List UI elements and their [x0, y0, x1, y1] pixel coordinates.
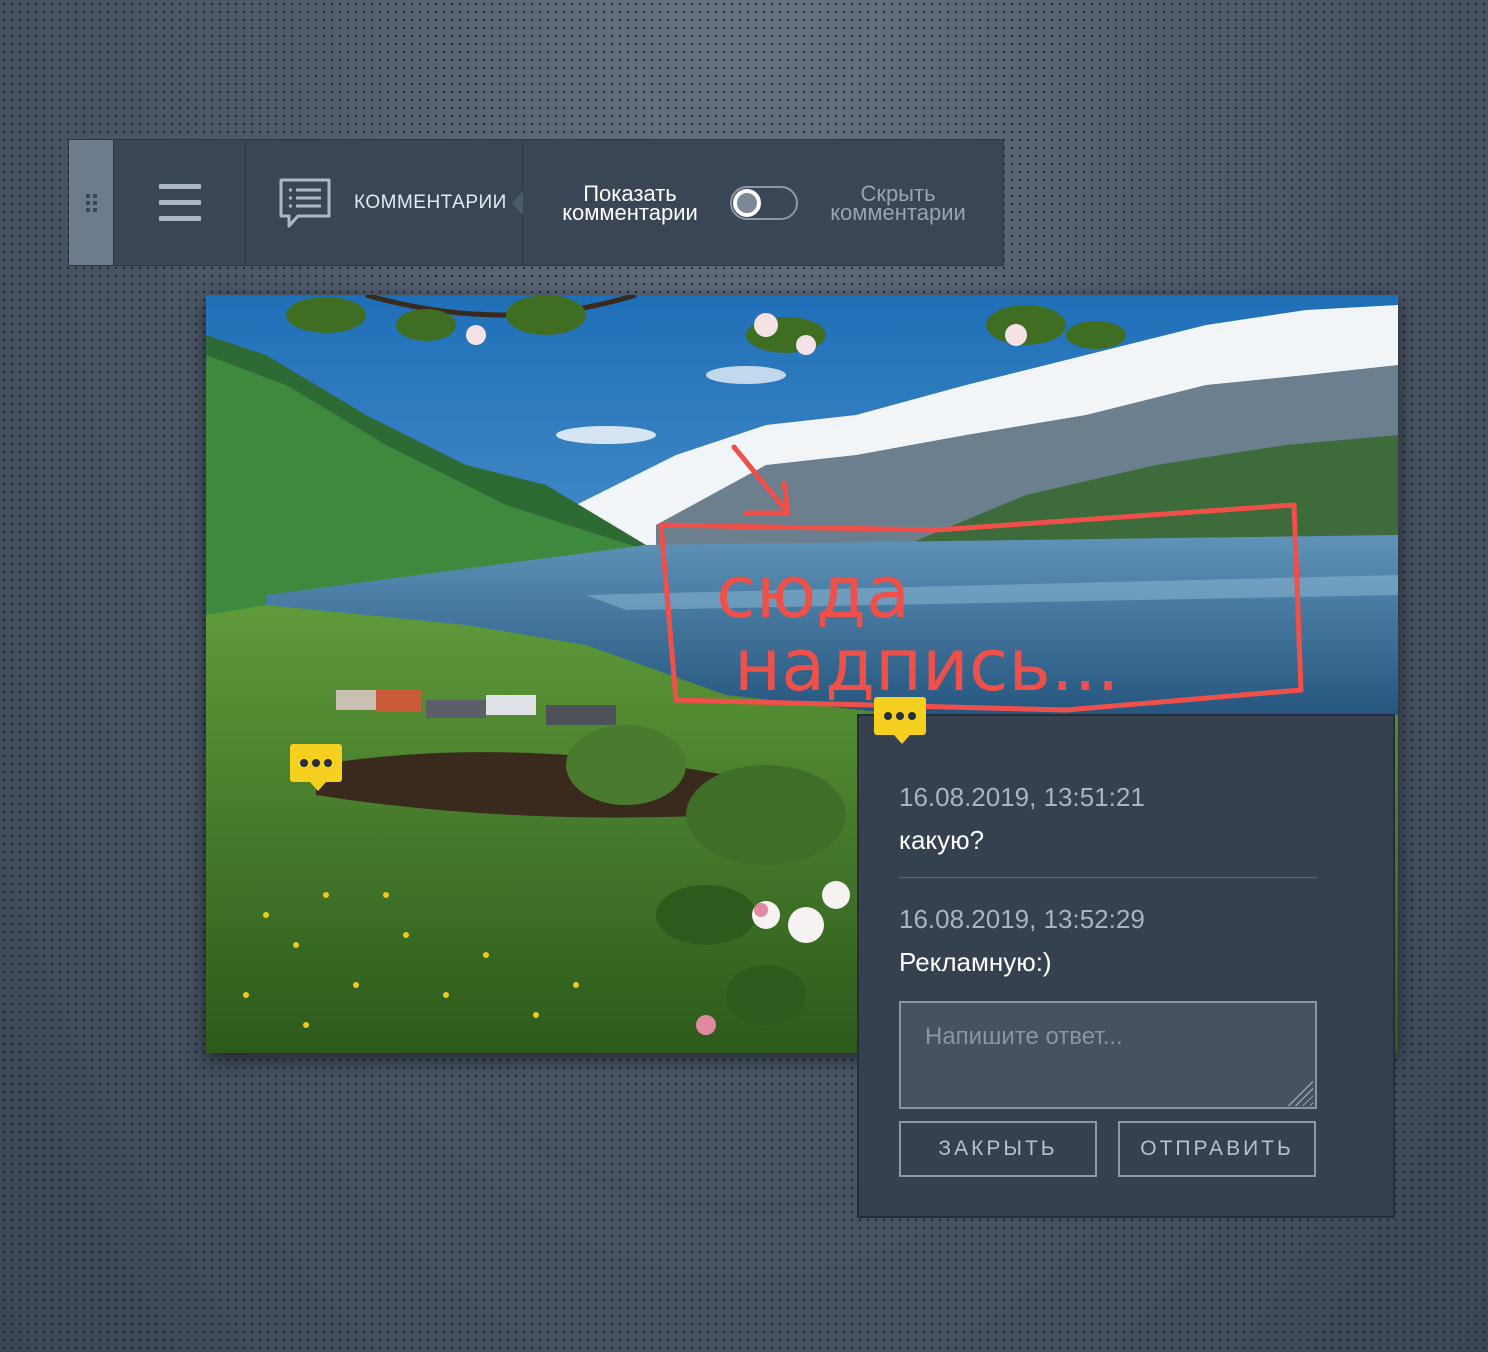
comment-item: 16.08.2019, 13:52:29 Рекламную:) — [899, 904, 1317, 978]
comment-thread-popup: 16.08.2019, 13:51:21 какую? 16.08.2019, … — [857, 714, 1395, 1218]
active-indicator — [512, 190, 523, 215]
hide-comments-label[interactable]: Скрыть комментарии — [823, 182, 973, 225]
reply-input[interactable] — [899, 1001, 1317, 1109]
comment-date: 16.08.2019, 13:51:21 — [899, 782, 1145, 812]
annotation-text-line2: надпись... — [734, 623, 1120, 707]
comments-visibility-control: Показать комментарии Скрыть комментарии — [523, 140, 1003, 265]
comments-visibility-toggle[interactable] — [730, 185, 798, 220]
comments-toolbar: КОММЕНТАРИИ Показать комментарии Скрыть … — [68, 139, 1004, 266]
comment-item: 16.08.2019, 13:51:21 какую? — [899, 782, 1317, 856]
menu-button[interactable] — [114, 140, 246, 265]
close-button[interactable]: ЗАКРЫТЬ — [899, 1121, 1097, 1177]
comments-label: КОММЕНТАРИИ — [354, 191, 507, 213]
send-button[interactable]: ОТПРАВИТЬ — [1118, 1121, 1316, 1177]
comments-menu-item[interactable]: КОММЕНТАРИИ — [246, 140, 523, 265]
comment-date: 16.08.2019, 13:52:29 — [899, 904, 1145, 934]
comment-text: какую? — [899, 825, 985, 855]
toggle-knob — [733, 188, 761, 217]
drag-handle-icon — [85, 193, 97, 212]
show-comments-line2: комментарии — [562, 199, 698, 225]
drag-handle[interactable] — [69, 140, 114, 265]
comment-marker-icon[interactable] — [290, 744, 342, 791]
comment-text: Рекламную:) — [899, 947, 1052, 977]
hide-comments-line2: комментарии — [830, 199, 966, 225]
annotation-text-line1: сюда — [716, 550, 910, 634]
active-comment-marker-icon[interactable] — [874, 697, 926, 744]
comment-list-icon — [279, 178, 331, 227]
show-comments-label[interactable]: Показать комментарии — [555, 182, 705, 225]
comment-divider — [899, 877, 1317, 878]
hamburger-menu-icon — [158, 184, 201, 221]
